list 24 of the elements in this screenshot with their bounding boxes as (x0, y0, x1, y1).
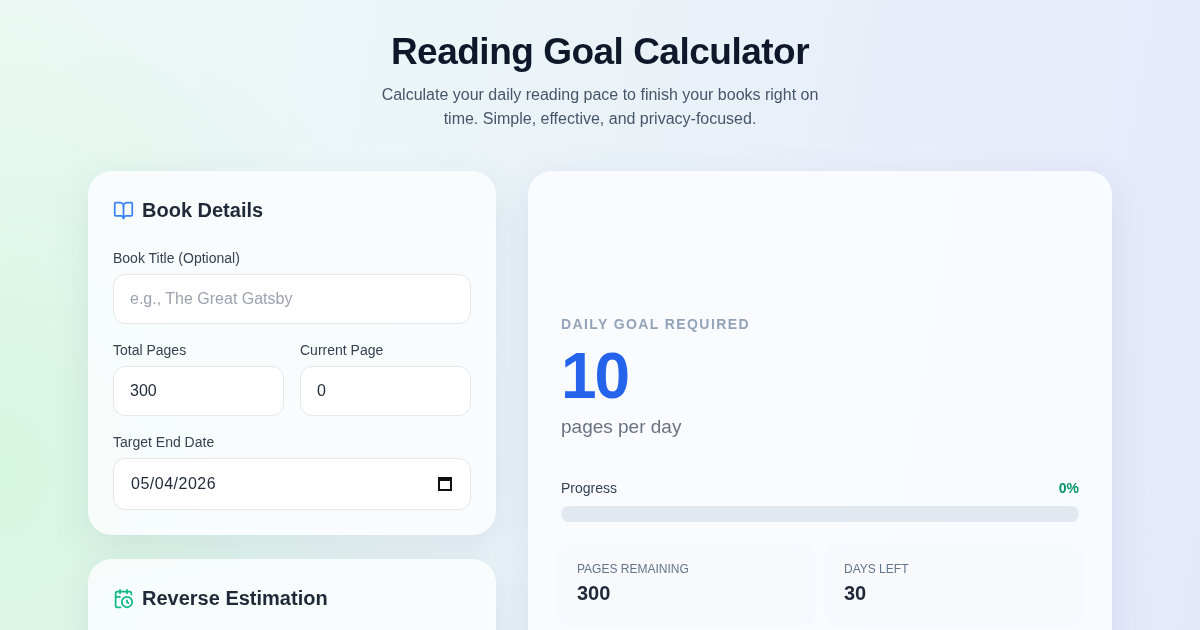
number-input-field[interactable]: 300 (113, 366, 284, 416)
result-caption: DAILY GOAL REQUIRED (561, 315, 751, 334)
field-label: Current Page (300, 341, 385, 360)
calendar-icon[interactable] (438, 476, 452, 491)
card-title: Reverse Estimation (142, 586, 328, 611)
calendar-clock-icon (113, 587, 134, 609)
progress-label: Progress (561, 479, 618, 498)
stat-label: PAGES REMAINING (577, 561, 690, 577)
open-book-icon (113, 199, 134, 221)
field-label: Total Pages (113, 341, 188, 360)
page-subtitle: Calculate your daily reading pace to finish your books right on time. Simple, effective, and privacy-focused. (380, 85, 820, 129)
number-input-field[interactable]: 0 (300, 366, 471, 416)
stat-label: DAYS LEFT (844, 561, 910, 577)
field-label: Target End Date (113, 433, 216, 452)
card-title: Book Details (142, 198, 264, 223)
daily-goal-unit: pages per day (561, 415, 683, 439)
text-input-field[interactable]: e.g., The Great Gatsby (113, 274, 471, 324)
progress-percent: 0% (1058, 479, 1079, 498)
stat-value: 30 (844, 581, 868, 606)
page-title: Reading Goal Calculator (390, 30, 810, 74)
date-input-field[interactable]: 05/04/2026 (113, 458, 471, 510)
daily-goal-value: 10 (561, 340, 630, 412)
field-label: Book Title (Optional) (113, 249, 241, 268)
stat-value: 300 (577, 581, 612, 606)
